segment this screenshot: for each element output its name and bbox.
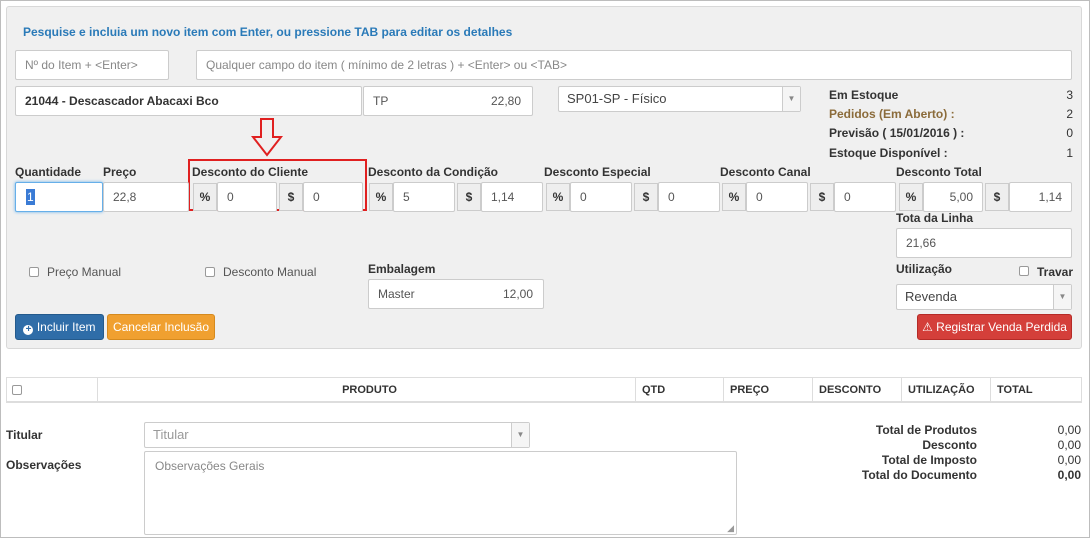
preco-manual-checkbox[interactable]: [29, 267, 39, 277]
resize-handle-icon[interactable]: ◢: [727, 523, 734, 534]
price-table-code: TP: [373, 94, 389, 108]
preco-label: Preço: [103, 165, 137, 179]
observacoes-label: Observações: [6, 458, 82, 472]
item-number-input[interactable]: Nº do Item + <Enter>: [15, 50, 169, 80]
desconto-especial-pct-input[interactable]: 0: [570, 182, 632, 212]
percent-addon: %: [546, 183, 570, 211]
em-estoque-value: 3: [1066, 88, 1073, 102]
titular-label: Titular: [6, 428, 43, 442]
quantidade-value: 1: [26, 189, 35, 205]
item-name-field[interactable]: 21044 - Descascador Abacaxi Bco: [15, 86, 362, 116]
pedidos-label[interactable]: Pedidos (Em Aberto) :: [829, 107, 955, 121]
percent-addon: %: [722, 183, 746, 211]
travar-checkbox[interactable]: [1019, 266, 1029, 276]
quantidade-input[interactable]: 1: [15, 182, 103, 212]
percent-addon: %: [369, 183, 393, 211]
total-documento-label: Total do Documento: [861, 468, 977, 482]
price-table-field[interactable]: TP 22,80: [363, 86, 533, 116]
desconto-total-val-input[interactable]: 1,14: [1009, 182, 1072, 212]
col-utilizacao[interactable]: UTILIZAÇÃO: [901, 377, 990, 403]
desconto-condicao-label: Desconto da Condição: [368, 165, 499, 179]
warehouse-value: SP01-SP - Físico: [567, 91, 667, 106]
warehouse-select[interactable]: SP01-SP - Físico ▼: [558, 86, 801, 112]
disponivel-value: 1: [1066, 146, 1073, 160]
registrar-label: Registrar Venda Perdida: [936, 320, 1067, 334]
total-imposto-label: Total de Imposto: [881, 453, 977, 467]
percent-addon: %: [899, 183, 923, 211]
percent-addon: %: [193, 183, 217, 211]
travar-label: Travar: [1037, 265, 1074, 279]
dollar-addon: $: [457, 183, 481, 211]
desconto-total-pct-input[interactable]: 5,00: [923, 182, 983, 212]
desconto-condicao-pct-input[interactable]: 5: [393, 182, 455, 212]
desconto-cliente-val-input[interactable]: 0: [303, 182, 363, 212]
col-qtd[interactable]: QTD: [635, 377, 723, 403]
quantidade-label: Quantidade: [15, 165, 82, 179]
select-all-checkbox[interactable]: [12, 385, 22, 395]
desconto-especial-label: Desconto Especial: [544, 165, 651, 179]
col-produto[interactable]: PRODUTO: [97, 377, 635, 403]
dollar-addon: $: [985, 183, 1009, 211]
preco-input[interactable]: 22,8: [103, 182, 189, 212]
down-arrow-icon: [251, 118, 283, 157]
desconto-canal-pct-input[interactable]: 0: [746, 182, 808, 212]
col-preco[interactable]: PREÇO: [723, 377, 812, 403]
registrar-venda-perdida-button[interactable]: ⚠ Registrar Venda Perdida: [917, 314, 1072, 340]
desconto-condicao-val-input[interactable]: 1,14: [481, 182, 543, 212]
observacoes-textarea[interactable]: Observações Gerais ◢: [144, 451, 737, 535]
cancelar-inclusao-button[interactable]: Cancelar Inclusão: [107, 314, 215, 340]
disponivel-label: Estoque Disponível :: [829, 146, 948, 160]
em-estoque-label: Em Estoque: [829, 88, 899, 102]
desconto-total-label: Desconto Total: [896, 165, 982, 179]
utilizacao-select[interactable]: Revenda ▼: [896, 284, 1072, 310]
embalagem-name: Master: [378, 287, 415, 301]
utilizacao-value: Revenda: [905, 289, 958, 304]
chevron-down-icon: ▼: [511, 423, 529, 447]
pedidos-value: 2: [1066, 107, 1073, 121]
col-total[interactable]: TOTAL: [990, 377, 1082, 403]
titular-select[interactable]: Titular ▼: [144, 422, 530, 448]
desconto-manual-label: Desconto Manual: [223, 265, 317, 279]
incluir-item-label: Incluir Item: [36, 320, 96, 334]
hint-text: Pesquise e incluia um novo item com Ente…: [23, 25, 513, 39]
utilizacao-label: Utilização: [896, 262, 953, 276]
total-produtos-label: Total de Produtos: [875, 423, 977, 437]
previsao-label: Previsão ( 15/01/2016 ) :: [829, 126, 965, 140]
plus-circle-icon: +: [23, 325, 34, 335]
embalagem-input[interactable]: Master 12,00: [368, 279, 544, 309]
total-produtos-value: 0,00: [1057, 423, 1081, 437]
desconto-cliente-pct-input[interactable]: 0: [217, 182, 277, 212]
observacoes-placeholder: Observações Gerais: [155, 459, 265, 473]
col-desconto[interactable]: DESCONTO: [812, 377, 901, 403]
preco-manual-label: Preço Manual: [47, 265, 122, 279]
dollar-addon: $: [810, 183, 834, 211]
total-linha-label: Tota da Linha: [896, 211, 974, 225]
warning-icon: ⚠: [922, 320, 933, 334]
chevron-down-icon: ▼: [782, 87, 800, 111]
desconto-especial-val-input[interactable]: 0: [658, 182, 720, 212]
total-linha-input[interactable]: 21,66: [896, 228, 1072, 258]
desconto-canal-val-input[interactable]: 0: [834, 182, 896, 212]
dollar-addon: $: [634, 183, 658, 211]
total-documento-value: 0,00: [1057, 468, 1081, 482]
total-imposto-value: 0,00: [1057, 453, 1081, 467]
embalagem-label: Embalagem: [368, 262, 436, 276]
previsao-value: 0: [1066, 126, 1073, 140]
chevron-down-icon: ▼: [1053, 285, 1071, 309]
desconto-total-footer-label: Desconto: [922, 438, 977, 452]
incluir-item-button[interactable]: + Incluir Item: [15, 314, 104, 340]
embalagem-value: 12,00: [502, 287, 533, 301]
price-table-value: 22,80: [490, 94, 521, 108]
desconto-total-footer-value: 0,00: [1057, 438, 1081, 452]
desconto-canal-label: Desconto Canal: [720, 165, 811, 179]
item-search-input[interactable]: Qualquer campo do item ( mínimo de 2 let…: [196, 50, 1072, 80]
desconto-manual-checkbox[interactable]: [205, 267, 215, 277]
titular-placeholder: Titular: [153, 427, 189, 442]
dollar-addon: $: [279, 183, 303, 211]
